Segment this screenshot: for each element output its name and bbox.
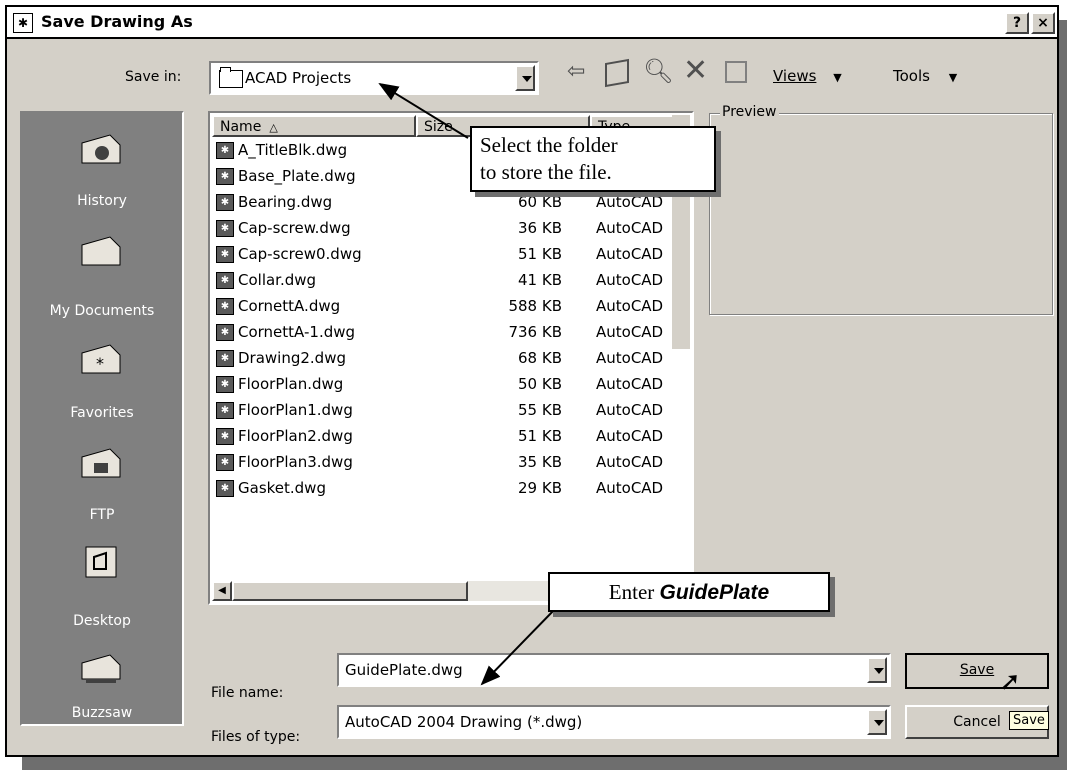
- enter-callout-value: GuidePlate: [659, 581, 770, 604]
- folder-callout: Select the folder to store the file.: [470, 126, 716, 192]
- folder-callout-line2: to store the file.: [480, 160, 612, 184]
- annotation-arrows: [378, 82, 557, 686]
- folder-callout-line1: Select the folder: [480, 133, 618, 157]
- enter-callout: Enter GuidePlate: [548, 572, 830, 612]
- filename-callout-arrow: [480, 607, 557, 686]
- folder-callout-arrow: [378, 82, 469, 139]
- enter-callout-prefix: Enter: [608, 580, 660, 604]
